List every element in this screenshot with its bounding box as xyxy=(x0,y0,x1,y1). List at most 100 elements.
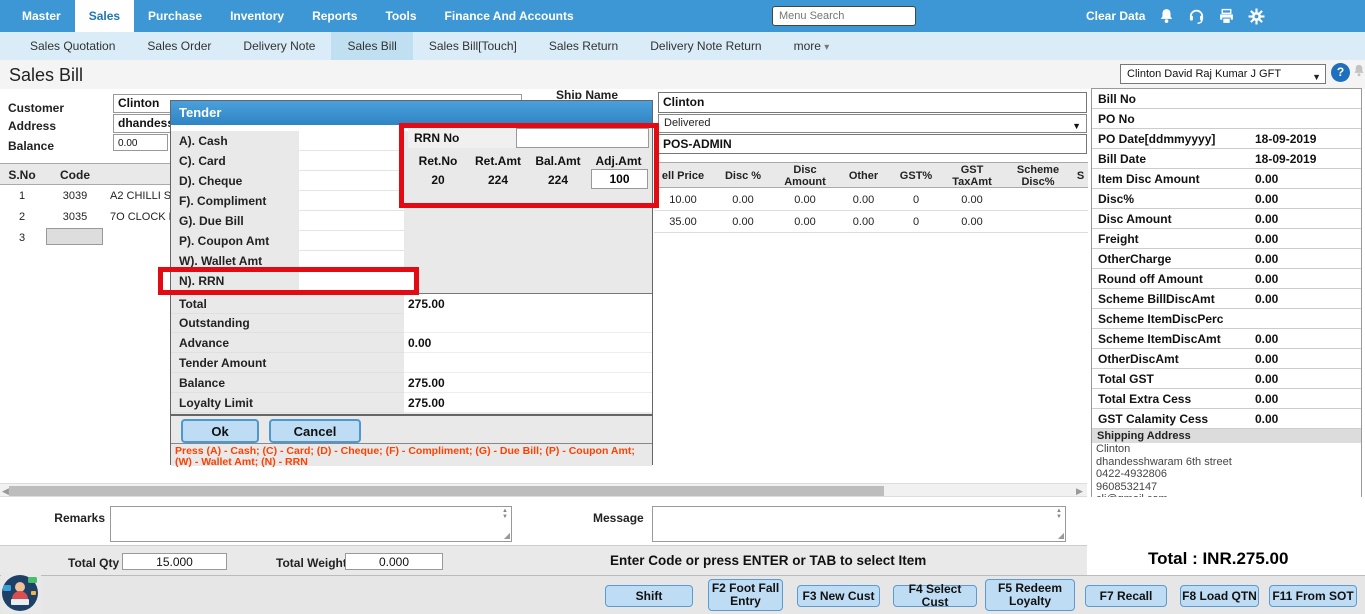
f4-select-cust-button[interactable]: F4 Select Cust xyxy=(893,583,977,609)
panel-row-po-date[interactable]: PO Date[ddmmyyyy] 18-09-2019 xyxy=(1092,129,1361,149)
scroll-right-icon[interactable]: ▶ xyxy=(1076,486,1083,497)
tab-sales-bill[interactable]: Sales Bill xyxy=(331,32,413,60)
shipping-line: 0422-4932806 xyxy=(1096,468,1167,480)
f3-new-cust-button[interactable]: F3 New Cust xyxy=(797,585,880,607)
tender-dialog-title[interactable]: Tender xyxy=(171,101,652,125)
option-value-field[interactable] xyxy=(299,171,404,191)
panel-row-extra-cess[interactable]: Total Extra Cess 0.00 xyxy=(1092,389,1361,409)
printer-icon[interactable] xyxy=(1218,8,1235,25)
tab-delivery-note[interactable]: Delivery Note xyxy=(227,32,331,60)
f2-foot-fall-button[interactable]: F2 Foot Fall Entry xyxy=(708,579,783,611)
option-value-field[interactable] xyxy=(299,191,404,211)
resize-grip-icon[interactable]: ◢ xyxy=(504,531,510,540)
option-value-field[interactable] xyxy=(299,231,404,251)
total-weight-value[interactable]: 0.000 xyxy=(345,553,443,570)
shift-button[interactable]: Shift xyxy=(605,585,693,607)
option-value-field[interactable] xyxy=(299,251,404,271)
tender-option-wallet[interactable]: W). Wallet Amt xyxy=(171,251,419,271)
f5-redeem-loyalty-button[interactable]: F5 Redeem Loyalty xyxy=(985,579,1075,611)
panel-row-po-no[interactable]: PO No xyxy=(1092,109,1361,129)
panel-row-disc-amount[interactable]: Disc Amount 0.00 xyxy=(1092,209,1361,229)
customer-select-dropdown[interactable]: Clinton David Raj Kumar J GFT ▼ xyxy=(1120,64,1326,84)
panel-row-round-off[interactable]: Round off Amount 0.00 xyxy=(1092,269,1361,289)
f8-load-qtn-button[interactable]: F8 Load QTN xyxy=(1180,585,1259,607)
menu-reports[interactable]: Reports xyxy=(298,0,371,32)
bell-icon[interactable] xyxy=(1158,8,1175,25)
chevron-down-icon: ▾ xyxy=(824,42,830,53)
address-label: Address xyxy=(8,119,57,133)
support-chat-avatar[interactable] xyxy=(1,573,41,613)
panel-row-scheme-billdisc[interactable]: Scheme BillDiscAmt 0.00 xyxy=(1092,289,1361,309)
chevron-down-icon: ▼ xyxy=(1312,72,1321,82)
panel-row-bill-no[interactable]: Bill No xyxy=(1092,89,1361,109)
tab-delivery-note-return[interactable]: Delivery Note Return xyxy=(634,32,777,60)
panel-row-freight[interactable]: Freight 0.00 xyxy=(1092,229,1361,249)
panel-row-item-disc[interactable]: Item Disc Amount 0.00 xyxy=(1092,169,1361,189)
tab-sales-quotation[interactable]: Sales Quotation xyxy=(14,32,131,60)
menu-master[interactable]: Master xyxy=(8,0,75,32)
rrn-no-input[interactable] xyxy=(516,128,649,148)
spinner-icons[interactable]: ▲ ▼ xyxy=(500,508,510,520)
option-value-field[interactable] xyxy=(299,151,404,171)
message-textarea[interactable]: ▲ ▼ ◢ xyxy=(652,506,1066,542)
panel-row-disc-pct[interactable]: Disc% 0.00 xyxy=(1092,189,1361,209)
menu-sales[interactable]: Sales xyxy=(74,0,135,32)
scroll-left-icon[interactable]: ◀ xyxy=(2,486,9,497)
value: 0.00 xyxy=(1255,192,1279,206)
resize-grip-icon[interactable]: ◢ xyxy=(1058,531,1064,540)
clear-data-button[interactable]: Clear Data xyxy=(1086,9,1145,23)
value: 0.00 xyxy=(1255,412,1279,426)
panel-row-calamity-cess[interactable]: GST Calamity Cess 0.00 xyxy=(1092,409,1361,429)
ok-button[interactable]: Ok xyxy=(181,419,259,443)
panel-row-total-gst[interactable]: Total GST 0.00 xyxy=(1092,369,1361,389)
menu-inventory[interactable]: Inventory xyxy=(216,0,298,32)
price-row-1[interactable]: 10.00 0.00 0.00 0.00 0 0.00 xyxy=(654,189,1088,211)
f11-from-sot-button[interactable]: F11 From SOT xyxy=(1269,585,1357,607)
notification-bell-icon[interactable] xyxy=(1352,64,1365,78)
tab-sales-order[interactable]: Sales Order xyxy=(131,32,227,60)
price-row-2[interactable]: 35.00 0.00 0.00 0.00 0 0.00 xyxy=(654,211,1088,233)
total-qty-value[interactable]: 15.000 xyxy=(122,553,227,570)
help-button[interactable]: ? xyxy=(1331,63,1350,82)
tab-sales-return[interactable]: Sales Return xyxy=(533,32,634,60)
enter-code-hint: Enter Code or press ENTER or TAB to sele… xyxy=(610,553,927,568)
tender-option-rrn[interactable]: N). RRN xyxy=(171,271,419,291)
ship-name-input[interactable]: Clinton xyxy=(658,92,1087,113)
rrn-adj-amt-input[interactable] xyxy=(591,169,648,189)
horizontal-scrollbar[interactable]: ◀ ▶ xyxy=(0,483,1087,497)
panel-row-scheme-itemdiscamt[interactable]: Scheme ItemDiscAmt 0.00 xyxy=(1092,329,1361,349)
tender-option-cash[interactable]: A). Cash xyxy=(171,131,419,151)
tender-option-coupon[interactable]: P). Coupon Amt xyxy=(171,231,419,251)
menu-purchase[interactable]: Purchase xyxy=(134,0,216,32)
menu-search-input[interactable] xyxy=(772,6,916,26)
panel-row-scheme-itemdiscperc[interactable]: Scheme ItemDiscPerc xyxy=(1092,309,1361,329)
tab-more[interactable]: more ▾ xyxy=(778,32,846,60)
spinner-icons[interactable]: ▲ ▼ xyxy=(1054,508,1064,520)
cancel-button[interactable]: Cancel xyxy=(269,419,361,443)
panel-row-otherdiscamt[interactable]: OtherDiscAmt 0.00 xyxy=(1092,349,1361,369)
col-gst-pct: GST% xyxy=(899,170,933,182)
delivery-status-dropdown[interactable]: Delivered ▼ xyxy=(658,114,1087,133)
tender-option-due-bill[interactable]: G). Due Bill xyxy=(171,211,419,231)
option-value-field[interactable] xyxy=(299,211,404,231)
col-sno: S.No xyxy=(8,168,36,182)
f7-recall-button[interactable]: F7 Recall xyxy=(1085,585,1167,607)
option-value-field[interactable] xyxy=(299,131,404,151)
tender-option-card[interactable]: C). Card xyxy=(171,151,419,171)
row3-code-input[interactable] xyxy=(46,228,103,245)
scrollbar-thumb[interactable] xyxy=(9,486,884,496)
panel-row-other-charge[interactable]: OtherCharge 0.00 xyxy=(1092,249,1361,269)
tender-option-compliment[interactable]: F). Compliment xyxy=(171,191,419,211)
col-sell-price: ell Price xyxy=(661,170,705,182)
settings-gear-icon[interactable] xyxy=(1248,8,1265,25)
option-value-field[interactable] xyxy=(299,271,419,291)
label: Disc Amount xyxy=(1098,212,1172,226)
remarks-textarea[interactable]: ▲ ▼ ◢ xyxy=(110,506,512,542)
menu-finance-accounts[interactable]: Finance And Accounts xyxy=(431,0,588,32)
r2-discamt: 0.00 xyxy=(794,216,816,228)
menu-tools[interactable]: Tools xyxy=(371,0,430,32)
support-headset-icon[interactable] xyxy=(1188,8,1205,25)
tab-sales-bill-touch[interactable]: Sales Bill[Touch] xyxy=(413,32,533,60)
tender-option-cheque[interactable]: D). Cheque xyxy=(171,171,419,191)
panel-row-bill-date[interactable]: Bill Date 18-09-2019 xyxy=(1092,149,1361,169)
